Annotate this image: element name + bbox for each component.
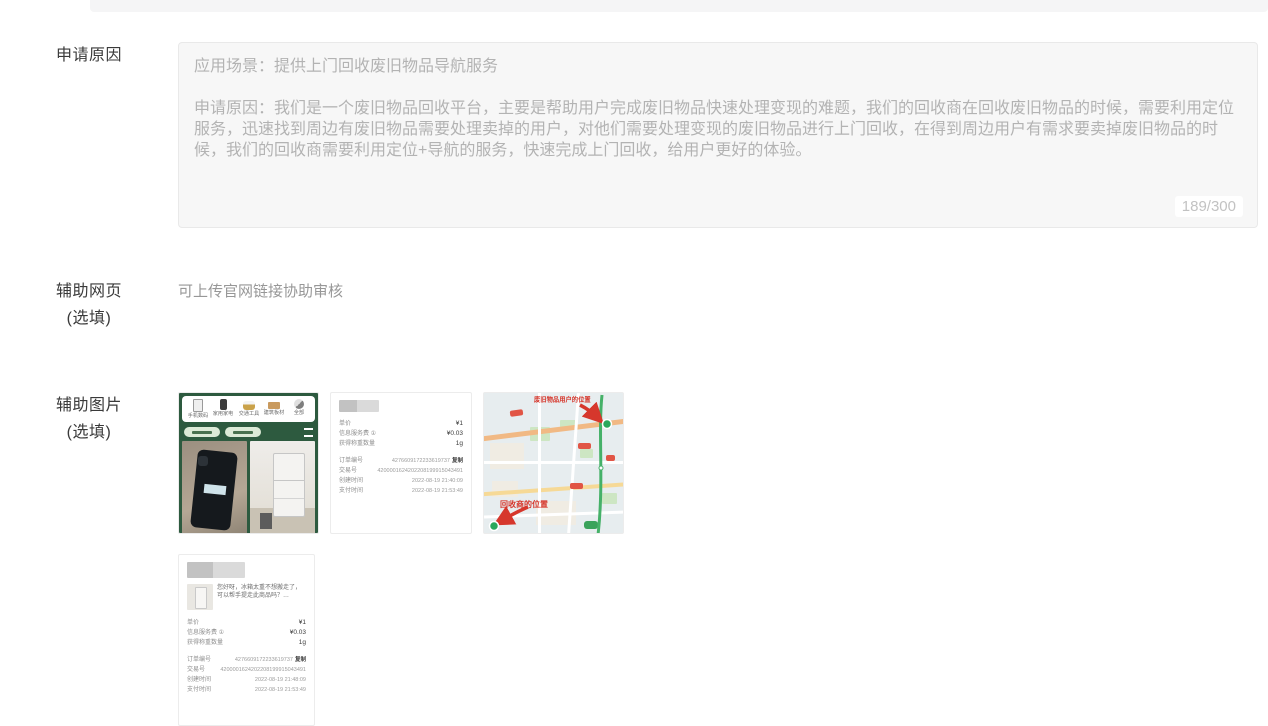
category-item: 手机数码: [186, 399, 210, 420]
order-row: 支付时间2022-08-19 21:53:49: [339, 486, 463, 496]
thumbnail-map[interactable]: 废旧物品用户的位置 回收商的位置: [483, 392, 624, 534]
phone-photo: [182, 441, 247, 534]
map-user-location-label: 废旧物品用户的位置: [534, 395, 591, 404]
chat-message-row: 您好呀，冰箱太重不想搬走了，可以帮手提走此商品吗？…: [187, 584, 306, 610]
reason-label-col: 申请原因: [0, 42, 178, 69]
order-row: 创建时间2022-08-19 21:40:09: [339, 476, 463, 486]
aux-web-label-col: 辅助网页 (选填): [0, 278, 178, 332]
ci-speaker-icon: [220, 399, 227, 410]
order-row: 支付时间2022-08-19 21:53:49: [187, 685, 306, 695]
copy-button[interactable]: 复制: [295, 655, 306, 665]
order-row: 信息服务费 ①¥0.03: [187, 628, 306, 638]
category-card: 手机数码家用家电交通工具建筑板材全部: [182, 396, 315, 422]
char-counter: 189/300: [1175, 196, 1243, 217]
aux-images-field-col: 手机数码家用家电交通工具建筑板材全部: [178, 392, 1268, 726]
order-row: 订单编号4276609172233619737复制: [339, 456, 463, 466]
fridge-thumbnail: [187, 584, 213, 610]
map-recycler-location-label: 回收商的位置: [500, 499, 548, 510]
order-row: 交易号4200001624202208199915043491: [187, 665, 306, 675]
order-row: 订单编号4276609172233619737复制: [187, 655, 306, 665]
order-rows: 单价¥1信息服务费 ①¥0.03获得称重数量1g 订单编号427660917223…: [339, 419, 463, 496]
filter-pill: [225, 427, 261, 437]
aux-images-label: 辅助图片: [0, 392, 178, 419]
aux-images-row: 辅助图片 (选填) 手机数码家用家电交通工具建筑板材全部: [0, 392, 1268, 726]
ci-misc-icon: [294, 399, 304, 409]
category-item: 家用家电: [211, 399, 235, 420]
aux-web-field-col: 可上传官网链接协助审核: [178, 278, 1268, 305]
order-row: 交易号4200001624202208199915043491: [339, 466, 463, 476]
item-photo-row: [179, 441, 318, 534]
order-row: 单价¥1: [339, 419, 463, 429]
road-badge: [606, 455, 615, 461]
ci-scooter-icon: [243, 401, 255, 410]
arrow-to-user-marker: [580, 405, 599, 419]
chat-message-text: 您好呀，冰箱太重不想搬走了，可以帮手提走此商品吗？…: [217, 584, 306, 610]
list-icon: [304, 428, 313, 437]
road-badge: [510, 409, 524, 417]
filter-pill-row: [179, 422, 318, 441]
road-badge: [578, 443, 591, 449]
thumbnail-order-detail-2[interactable]: 您好呀，冰箱太重不想搬走了，可以帮手提走此商品吗？… 单价¥1信息服务费 ①¥0…: [178, 554, 315, 726]
fridge-photo: [250, 441, 315, 534]
reason-text: 应用场景：提供上门回收废旧物品导航服务 申请原因：我们是一个废旧物品回收平台，主…: [179, 43, 1257, 161]
order-row: 单价¥1: [187, 618, 306, 628]
application-form: 申请原因 应用场景：提供上门回收废旧物品导航服务 申请原因：我们是一个废旧物品回…: [0, 12, 1268, 726]
aux-web-hint: 可上传官网链接协助审核: [178, 278, 1258, 305]
reason-label: 申请原因: [0, 42, 178, 69]
order-row: 获得称重数量1g: [187, 638, 306, 648]
ci-wood-icon: [268, 402, 280, 409]
category-item: 交通工具: [237, 399, 261, 420]
order-rows: 单价¥1信息服务费 ①¥0.03获得称重数量1g 订单编号427660917223…: [187, 618, 306, 695]
order-row: 信息服务费 ①¥0.03: [339, 429, 463, 439]
thumbnail-grid: 手机数码家用家电交通工具建筑板材全部: [178, 392, 658, 726]
aux-web-label: 辅助网页: [0, 278, 178, 305]
aux-images-optional-label: (选填): [0, 419, 178, 446]
redacted-block: [187, 562, 245, 578]
aux-images-label-col: 辅助图片 (选填): [0, 392, 178, 446]
category-item: 建筑板材: [262, 399, 286, 420]
aux-web-optional-label: (选填): [0, 305, 178, 332]
cropped-panel-edge: [90, 0, 1268, 12]
recycler-location-marker: [490, 522, 499, 531]
reason-field-col: 应用场景：提供上门回收废旧物品导航服务 申请原因：我们是一个废旧物品回收平台，主…: [178, 42, 1268, 228]
order-row: 创建时间2022-08-19 21:48:09: [187, 675, 306, 685]
thumbnail-recycle-app[interactable]: 手机数码家用家电交通工具建筑板材全部: [178, 392, 319, 534]
ci-fridge-icon: [193, 399, 203, 412]
reason-textarea[interactable]: 应用场景：提供上门回收废旧物品导航服务 申请原因：我们是一个废旧物品回收平台，主…: [178, 42, 1258, 228]
order-row: 获得称重数量1g: [339, 439, 463, 449]
copy-button[interactable]: 复制: [452, 456, 463, 466]
transit-station: [584, 521, 598, 529]
filter-pill: [184, 427, 220, 437]
reason-row: 申请原因 应用场景：提供上门回收废旧物品导航服务 申请原因：我们是一个废旧物品回…: [0, 42, 1268, 228]
road-badge: [570, 483, 583, 489]
aux-web-row: 辅助网页 (选填) 可上传官网链接协助审核: [0, 278, 1268, 332]
redacted-block: [339, 400, 379, 412]
thumbnail-order-detail-1[interactable]: 单价¥1信息服务费 ①¥0.03获得称重数量1g 订单编号427660917223…: [330, 392, 472, 534]
category-item: 全部: [287, 399, 311, 420]
